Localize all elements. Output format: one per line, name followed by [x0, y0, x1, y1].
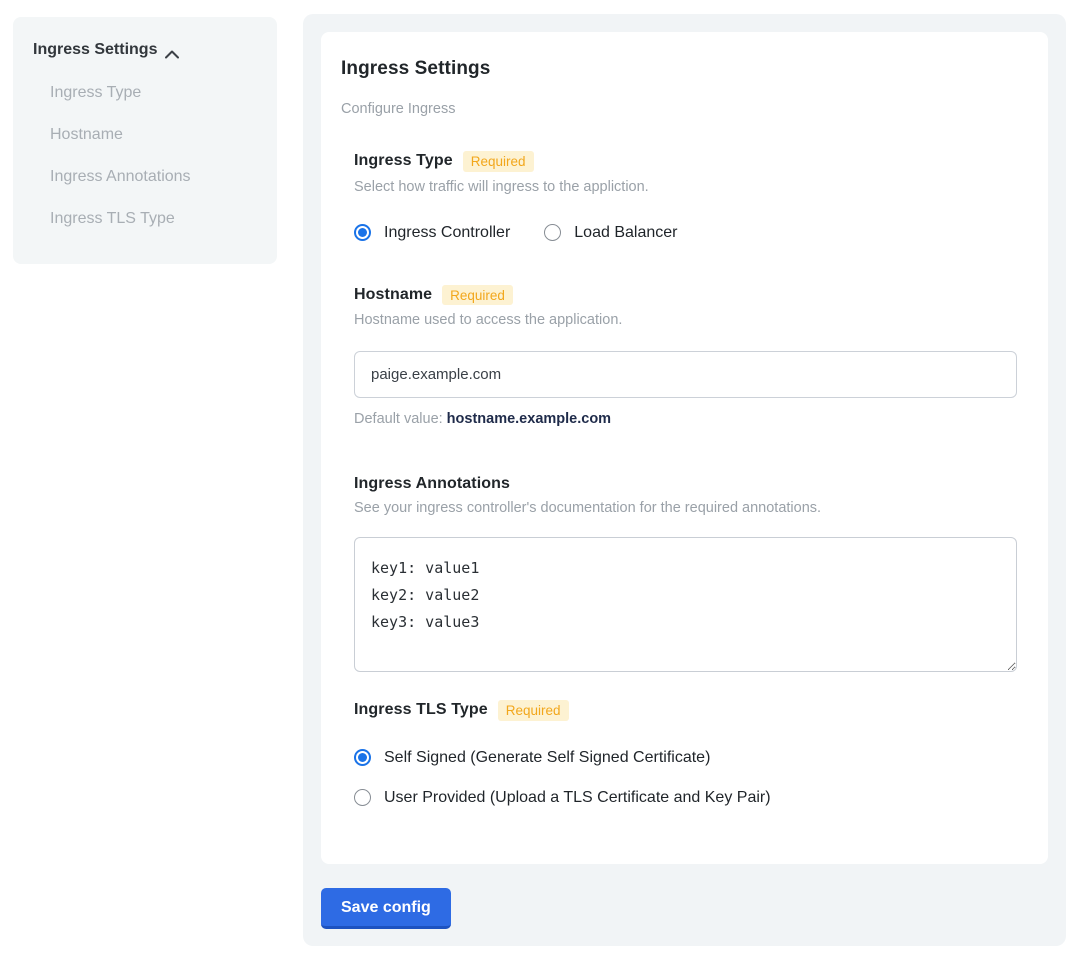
field-group-hostname: Hostname Required Hostname used to acces…: [354, 285, 1017, 428]
ingress-annotations-label: Ingress Annotations: [354, 475, 510, 493]
chevron-up-icon[interactable]: [165, 46, 179, 55]
sidebar-item-ingress-annotations[interactable]: Ingress Annotations: [50, 167, 257, 186]
radio-icon[interactable]: [354, 224, 371, 241]
ingress-settings-panel: Ingress Settings Configure Ingress Ingre…: [303, 14, 1066, 946]
required-badge: Required: [442, 285, 513, 306]
ingress-type-radio-group: Ingress Controller Load Balancer: [354, 224, 1017, 242]
required-badge: Required: [463, 151, 534, 172]
ingress-annotations-textarea[interactable]: key1: value1 key2: value2 key3: value3: [354, 537, 1017, 672]
radio-icon[interactable]: [354, 789, 371, 806]
page-title: Ingress Settings: [341, 58, 1028, 80]
ingress-settings-card: Ingress Settings Configure Ingress Ingre…: [321, 32, 1048, 864]
ingress-tls-type-label: Ingress TLS Type: [354, 701, 488, 719]
sidebar-item-hostname[interactable]: Hostname: [50, 125, 257, 144]
hostname-input[interactable]: [354, 351, 1017, 398]
form-fields: Ingress Type Required Select how traffic…: [354, 151, 1017, 807]
default-value-prefix: Default value:: [354, 411, 443, 427]
sidebar-section-toggle[interactable]: Ingress Settings: [33, 41, 257, 59]
hostname-label: Hostname: [354, 286, 432, 304]
ingress-tls-radio-group: Self Signed (Generate Self Signed Certif…: [354, 749, 1017, 807]
radio-icon[interactable]: [354, 749, 371, 766]
radio-label: Load Balancer: [574, 224, 677, 242]
default-value: hostname.example.com: [447, 411, 611, 427]
radio-label: User Provided (Upload a TLS Certificate …: [384, 789, 771, 807]
field-group-ingress-tls-type: Ingress TLS Type Required Self Signed (G…: [354, 700, 1017, 807]
radio-ingress-controller[interactable]: Ingress Controller: [354, 224, 510, 242]
radio-label: Self Signed (Generate Self Signed Certif…: [384, 749, 710, 767]
radio-label: Ingress Controller: [384, 224, 510, 242]
field-group-ingress-annotations: Ingress Annotations See your ingress con…: [354, 475, 1017, 672]
sidebar-item-ingress-tls-type[interactable]: Ingress TLS Type: [50, 209, 257, 228]
sidebar-section-title: Ingress Settings: [33, 41, 157, 59]
ingress-annotations-description: See your ingress controller's documentat…: [354, 500, 1017, 516]
radio-load-balancer[interactable]: Load Balancer: [544, 224, 677, 242]
radio-user-provided[interactable]: User Provided (Upload a TLS Certificate …: [354, 789, 1017, 807]
settings-sidebar: Ingress Settings Ingress Type Hostname I…: [13, 17, 277, 264]
radio-self-signed[interactable]: Self Signed (Generate Self Signed Certif…: [354, 749, 1017, 767]
required-badge: Required: [498, 700, 569, 721]
field-group-ingress-type: Ingress Type Required Select how traffic…: [354, 151, 1017, 242]
save-config-button[interactable]: Save config: [321, 888, 451, 929]
sidebar-items: Ingress Type Hostname Ingress Annotation…: [33, 83, 257, 228]
hostname-default-line: Default value:hostname.example.com: [354, 411, 1017, 427]
hostname-description: Hostname used to access the application.: [354, 312, 1017, 328]
ingress-type-label: Ingress Type: [354, 152, 453, 170]
page-subtitle: Configure Ingress: [341, 101, 1028, 117]
radio-icon[interactable]: [544, 224, 561, 241]
sidebar-item-ingress-type[interactable]: Ingress Type: [50, 83, 257, 102]
ingress-type-description: Select how traffic will ingress to the a…: [354, 179, 1017, 195]
